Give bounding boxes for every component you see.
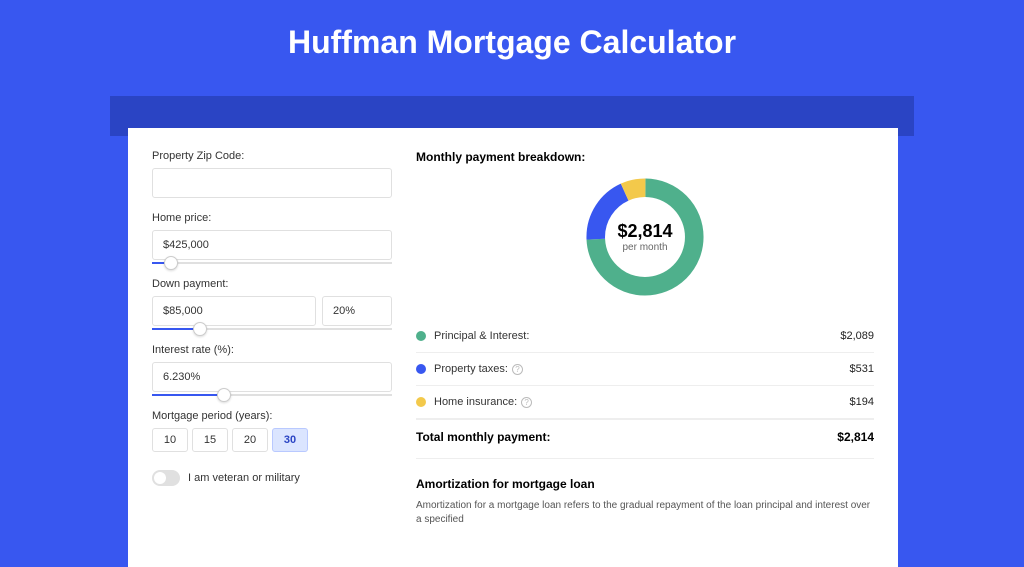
- mortgage-period-block: Mortgage period (years): 10 15 20 30: [152, 410, 392, 452]
- slider-thumb[interactable]: [217, 388, 231, 402]
- interest-rate-input[interactable]: [152, 362, 392, 392]
- period-btn-15[interactable]: 15: [192, 428, 228, 452]
- zip-field-block: Property Zip Code:: [152, 150, 392, 198]
- donut-chart-wrap: $2,814 per month: [416, 172, 874, 302]
- total-value: $2,814: [837, 430, 874, 444]
- down-payment-label: Down payment:: [152, 278, 392, 290]
- interest-rate-block: Interest rate (%):: [152, 344, 392, 396]
- home-price-block: Home price:: [152, 212, 392, 264]
- down-payment-slider[interactable]: [152, 328, 392, 330]
- slider-thumb[interactable]: [164, 256, 178, 270]
- legend-row-taxes: Property taxes: ? $531: [416, 353, 874, 386]
- legend-text: Property taxes:: [434, 363, 508, 375]
- amortization-title: Amortization for mortgage loan: [416, 477, 874, 491]
- form-panel: Property Zip Code: Home price: Down paym…: [152, 150, 392, 527]
- home-price-input[interactable]: [152, 230, 392, 260]
- mortgage-period-options: 10 15 20 30: [152, 428, 392, 452]
- down-payment-block: Down payment:: [152, 278, 392, 330]
- veteran-label: I am veteran or military: [188, 472, 300, 484]
- legend-row-insurance: Home insurance: ? $194: [416, 386, 874, 419]
- slider-fill: [152, 394, 224, 396]
- legend-value: $2,089: [840, 330, 874, 342]
- legend-label: Home insurance: ?: [434, 396, 850, 408]
- donut-center: $2,814 per month: [580, 172, 710, 302]
- dot-icon: [416, 397, 426, 407]
- total-label: Total monthly payment:: [416, 430, 550, 444]
- period-btn-30[interactable]: 30: [272, 428, 308, 452]
- legend-text: Home insurance:: [434, 396, 517, 408]
- breakdown-panel: Monthly payment breakdown: $2,814 per mo…: [416, 150, 874, 527]
- legend-value: $531: [850, 363, 874, 375]
- amortization-text: Amortization for a mortgage loan refers …: [416, 499, 874, 527]
- interest-rate-label: Interest rate (%):: [152, 344, 392, 356]
- breakdown-heading: Monthly payment breakdown:: [416, 150, 874, 164]
- donut-amount: $2,814: [617, 221, 672, 242]
- veteran-toggle[interactable]: [152, 470, 180, 486]
- info-icon[interactable]: ?: [521, 397, 532, 408]
- mortgage-period-label: Mortgage period (years):: [152, 410, 392, 422]
- zip-input[interactable]: [152, 168, 392, 198]
- interest-rate-slider[interactable]: [152, 394, 392, 396]
- dot-icon: [416, 331, 426, 341]
- slider-thumb[interactable]: [193, 322, 207, 336]
- page-title: Huffman Mortgage Calculator: [0, 0, 1024, 79]
- down-payment-pct-input[interactable]: [322, 296, 392, 326]
- home-price-slider[interactable]: [152, 262, 392, 264]
- zip-label: Property Zip Code:: [152, 150, 392, 162]
- home-price-label: Home price:: [152, 212, 392, 224]
- donut-chart: $2,814 per month: [580, 172, 710, 302]
- info-icon[interactable]: ?: [512, 364, 523, 375]
- total-row: Total monthly payment: $2,814: [416, 419, 874, 459]
- legend-value: $194: [850, 396, 874, 408]
- legend-row-principal: Principal & Interest: $2,089: [416, 320, 874, 353]
- legend-label: Principal & Interest:: [434, 330, 840, 342]
- donut-sub: per month: [622, 242, 667, 253]
- legend-label: Property taxes: ?: [434, 363, 850, 375]
- dot-icon: [416, 364, 426, 374]
- calculator-card: Property Zip Code: Home price: Down paym…: [128, 128, 898, 567]
- period-btn-10[interactable]: 10: [152, 428, 188, 452]
- down-payment-input[interactable]: [152, 296, 316, 326]
- period-btn-20[interactable]: 20: [232, 428, 268, 452]
- veteran-row: I am veteran or military: [152, 470, 392, 486]
